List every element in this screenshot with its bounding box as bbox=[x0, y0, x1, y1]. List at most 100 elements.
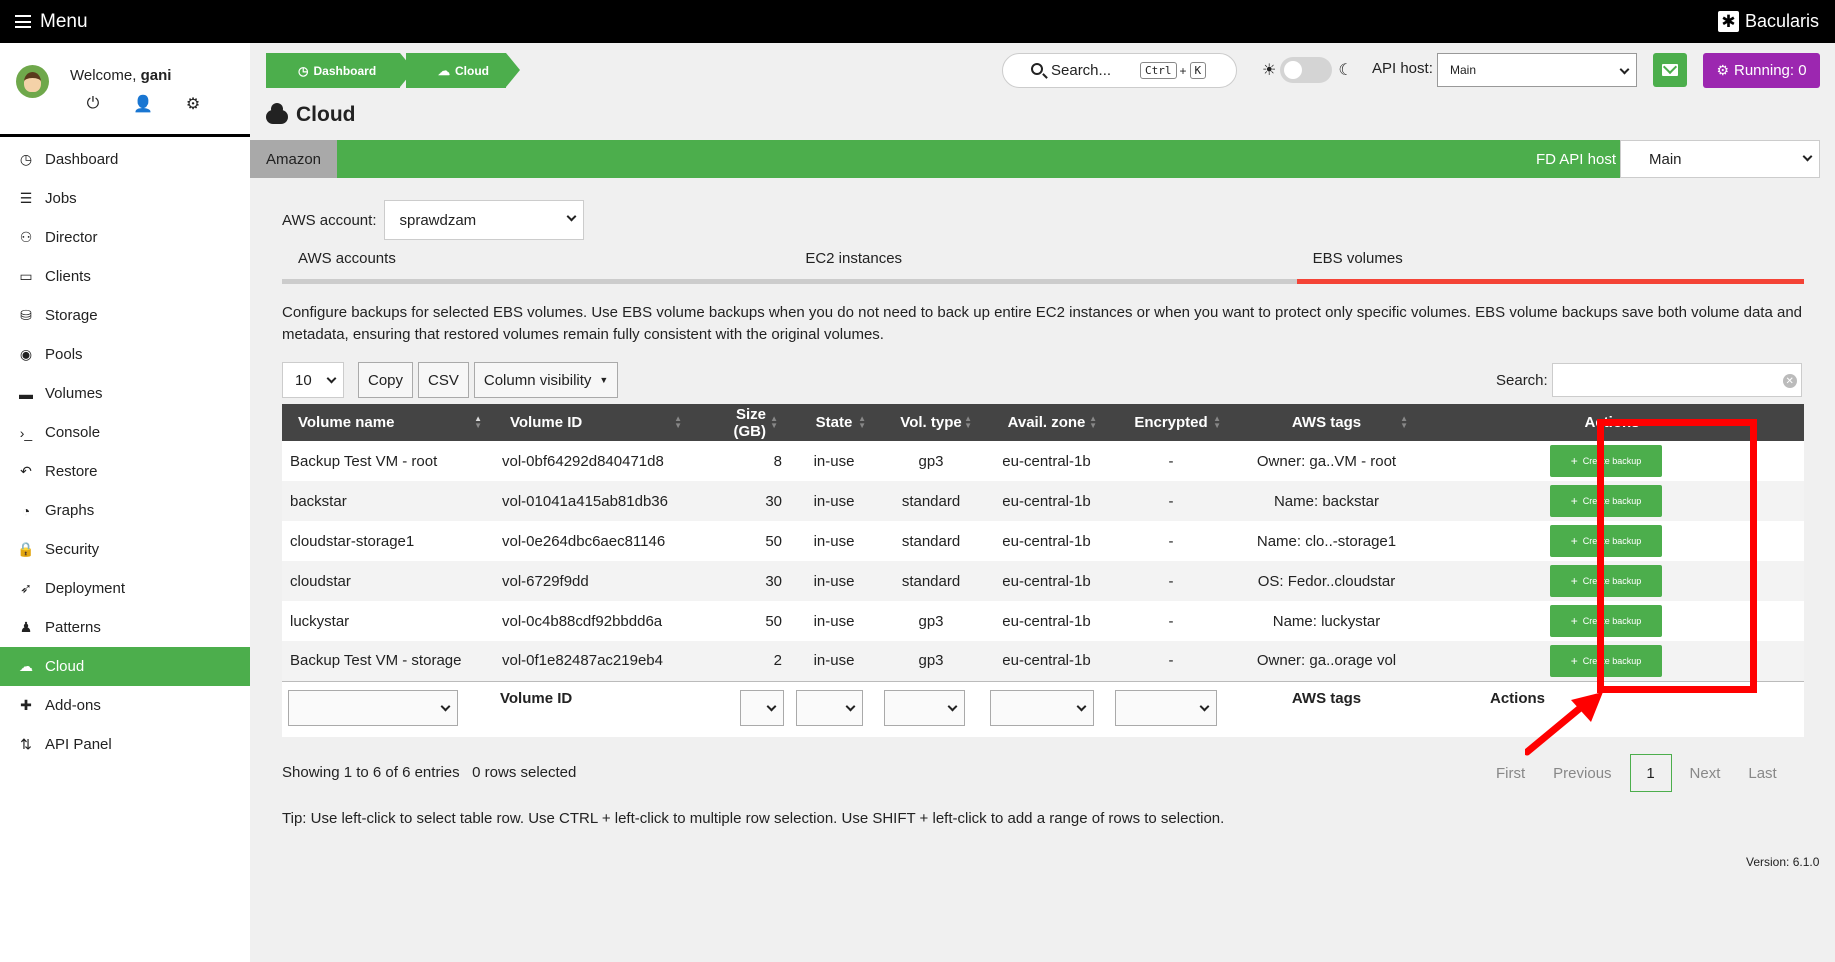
cell-zone: eu-central-1b bbox=[984, 561, 1109, 601]
logout-power-icon[interactable]: ⏻ bbox=[84, 95, 102, 113]
sidebar-item-jobs[interactable]: ☰ Jobs bbox=[0, 179, 250, 218]
theme-toggle[interactable] bbox=[1280, 57, 1333, 83]
lock-icon: 🔒 bbox=[17, 541, 35, 557]
filter-avail-zone[interactable] bbox=[990, 689, 1094, 726]
column-header-aws-tags[interactable]: AWS tags ▲ ▼ bbox=[1233, 404, 1420, 441]
tab-ebs-volumes[interactable]: EBS volumes bbox=[1296, 250, 1804, 284]
sidebar-item-api-panel[interactable]: ⇅ API Panel bbox=[0, 725, 250, 764]
cell-name: Backup Test VM - storage bbox=[282, 641, 494, 681]
cell-tags: Owner: ga..VM - root bbox=[1233, 441, 1420, 481]
chevron-down-icon bbox=[1619, 64, 1630, 75]
cell-id: vol-0e264dbc6aec81146 bbox=[494, 521, 694, 561]
column-header-volume-name[interactable]: Volume name ▲ ▼ bbox=[282, 404, 494, 441]
fd-api-host-select[interactable]: Main bbox=[1620, 140, 1820, 178]
sidebar-item-patterns[interactable]: ♟ Patterns bbox=[0, 608, 250, 647]
table-row[interactable]: Backup Test VM - root vol-0bf64292d840471… bbox=[282, 441, 1804, 481]
pagination: First Previous 1 Next Last bbox=[1482, 754, 1791, 792]
csv-button[interactable]: CSV bbox=[418, 362, 469, 398]
table-row[interactable]: backstar vol-01041a415ab81db36 30 in-use sta… bbox=[282, 481, 1804, 521]
tab-aws-accounts[interactable]: AWS accounts bbox=[282, 250, 790, 284]
cell-tags: Name: clo..-storage1 bbox=[1233, 521, 1420, 561]
table-row[interactable]: cloudstar-storage1 vol-0e264dbc6aec81146 5… bbox=[282, 521, 1804, 561]
filter-vol-type[interactable] bbox=[884, 689, 965, 726]
copy-button[interactable]: Copy bbox=[358, 362, 414, 398]
running-jobs-button[interactable]: ⚙ Running: 0 bbox=[1703, 53, 1820, 88]
page-length-select[interactable]: 10 bbox=[282, 362, 344, 398]
column-header-volume-id[interactable]: Volume ID ▲ ▼ bbox=[494, 404, 694, 441]
filter-volume-name[interactable] bbox=[288, 689, 458, 726]
aws-account-select[interactable]: sprawdzam bbox=[384, 200, 585, 240]
bacularis-logo-icon: ✱ bbox=[1717, 11, 1739, 32]
table-info: Showing 1 to 6 of 6 entries 0 rows selec… bbox=[282, 764, 576, 781]
sidebar-item-label: Security bbox=[45, 541, 100, 558]
cell-type: gp3 bbox=[878, 601, 984, 641]
pagination-next[interactable]: Next bbox=[1676, 765, 1735, 782]
sidebar-item-cloud[interactable]: ☁ Cloud bbox=[0, 647, 250, 686]
search-shortcut: Ctrl + K bbox=[1137, 62, 1209, 79]
sidebar: Welcome, gani ⏻ 👤 ⚙ ◷ Dashboard ☰ Jobs ⚇ Dire… bbox=[0, 43, 250, 962]
plus-icon: + bbox=[1570, 534, 1578, 548]
cell-encrypted: - bbox=[1109, 441, 1233, 481]
sidebar-item-director[interactable]: ⚇ Director bbox=[0, 218, 250, 257]
entries-info: Showing 1 to 6 of 6 entries bbox=[282, 764, 460, 781]
messages-button[interactable] bbox=[1653, 53, 1687, 87]
provider-bar: Amazon FD API host Main bbox=[250, 140, 1820, 178]
filter-state[interactable] bbox=[796, 689, 863, 726]
plus-icon: + bbox=[1570, 614, 1578, 628]
sidebar-item-deployment[interactable]: ➶ Deployment bbox=[0, 569, 250, 608]
search-icon bbox=[1031, 63, 1043, 75]
sidebar-item-label: Clients bbox=[45, 268, 91, 285]
pagination-previous[interactable]: Previous bbox=[1539, 765, 1625, 782]
pagination-first[interactable]: First bbox=[1482, 765, 1539, 782]
column-header-state[interactable]: State ▲ ▼ bbox=[790, 404, 878, 441]
menu-button[interactable]: Menu bbox=[15, 11, 88, 33]
table-controls: 10 Copy CSV Column visibility ▼ bbox=[282, 362, 623, 398]
sidebar-item-add-ons[interactable]: ✚ Add-ons bbox=[0, 686, 250, 725]
global-search[interactable]: Search... Ctrl + K bbox=[1002, 53, 1237, 88]
column-header-vol-type[interactable]: Vol. type ▲ ▼ bbox=[878, 404, 984, 441]
cell-name: backstar bbox=[282, 481, 494, 521]
sidebar-item-dashboard[interactable]: ◷ Dashboard bbox=[0, 140, 250, 179]
breadcrumb-dashboard[interactable]: ◷ Dashboard bbox=[266, 53, 414, 88]
sidebar-item-label: Dashboard bbox=[45, 151, 119, 168]
column-header-label: State bbox=[815, 414, 853, 431]
sidebar-item-security[interactable]: 🔒 Security bbox=[0, 530, 250, 569]
rocket-icon: ➶ bbox=[20, 580, 32, 596]
sidebar-item-storage[interactable]: ⛁ Storage bbox=[0, 296, 250, 335]
column-visibility-button[interactable]: Column visibility ▼ bbox=[473, 362, 619, 398]
column-header-avail-zone[interactable]: Avail. zone ▲ ▼ bbox=[984, 404, 1109, 441]
top-bar: Menu ✱ Bacularis bbox=[0, 0, 1835, 43]
sidebar-item-restore[interactable]: ↶ Restore bbox=[0, 452, 250, 491]
sidebar-item-pools[interactable]: ◉ Pools bbox=[0, 335, 250, 374]
sidebar-item-clients[interactable]: ▭ Clients bbox=[0, 257, 250, 296]
column-header-encrypted[interactable]: Encrypted ▲ ▼ bbox=[1109, 404, 1233, 441]
cloud-icon: ☁ bbox=[438, 63, 450, 78]
tab-ec2-instances[interactable]: EC2 instances bbox=[789, 250, 1297, 284]
clear-icon[interactable]: ✕ bbox=[1782, 374, 1797, 388]
pagination-page-1[interactable]: 1 bbox=[1629, 754, 1672, 792]
table-row[interactable]: Backup Test VM - storage vol-0f1e82487ac2… bbox=[282, 641, 1804, 681]
filter-size[interactable] bbox=[740, 689, 784, 726]
sidebar-item-console[interactable]: ›_ Console bbox=[0, 413, 250, 452]
breadcrumb-cloud[interactable]: ☁ Cloud bbox=[406, 53, 520, 88]
chevron-down-icon bbox=[326, 373, 337, 384]
sidebar-item-graphs[interactable]: ◔ Graphs bbox=[0, 491, 250, 530]
table-row[interactable]: luckystar vol-0c4b88cdf92bbdd6a 50 in-use gp… bbox=[282, 601, 1804, 641]
chevron-down-icon bbox=[1802, 151, 1813, 162]
table-row[interactable]: cloudstar vol-6729f9dd 30 in-use standard eu-… bbox=[282, 561, 1804, 601]
column-header-size-gb[interactable]: Size (GB) ▲ ▼ bbox=[694, 404, 790, 441]
director-icon: ⚇ bbox=[19, 229, 33, 245]
theme-switch: ☀ ☾ bbox=[1262, 57, 1353, 83]
tab-amazon[interactable]: Amazon bbox=[250, 140, 337, 178]
table-search-input[interactable]: ✕ bbox=[1551, 363, 1802, 397]
breadcrumb: ◷ Dashboard ☁ Cloud bbox=[266, 53, 520, 88]
gear-icon[interactable]: ⚙ bbox=[184, 95, 202, 113]
column-header-label: Vol. type bbox=[900, 414, 962, 431]
sidebar-item-volumes[interactable]: ▬ Volumes bbox=[0, 374, 250, 413]
api-host-select[interactable]: Main bbox=[1437, 53, 1637, 87]
user-settings-icon[interactable]: 👤 bbox=[133, 95, 153, 113]
brand-logo[interactable]: ✱ Bacularis bbox=[1717, 11, 1819, 32]
filter-encrypted[interactable] bbox=[1115, 689, 1217, 726]
chevron-down-icon bbox=[845, 701, 856, 711]
pagination-last[interactable]: Last bbox=[1734, 765, 1790, 782]
